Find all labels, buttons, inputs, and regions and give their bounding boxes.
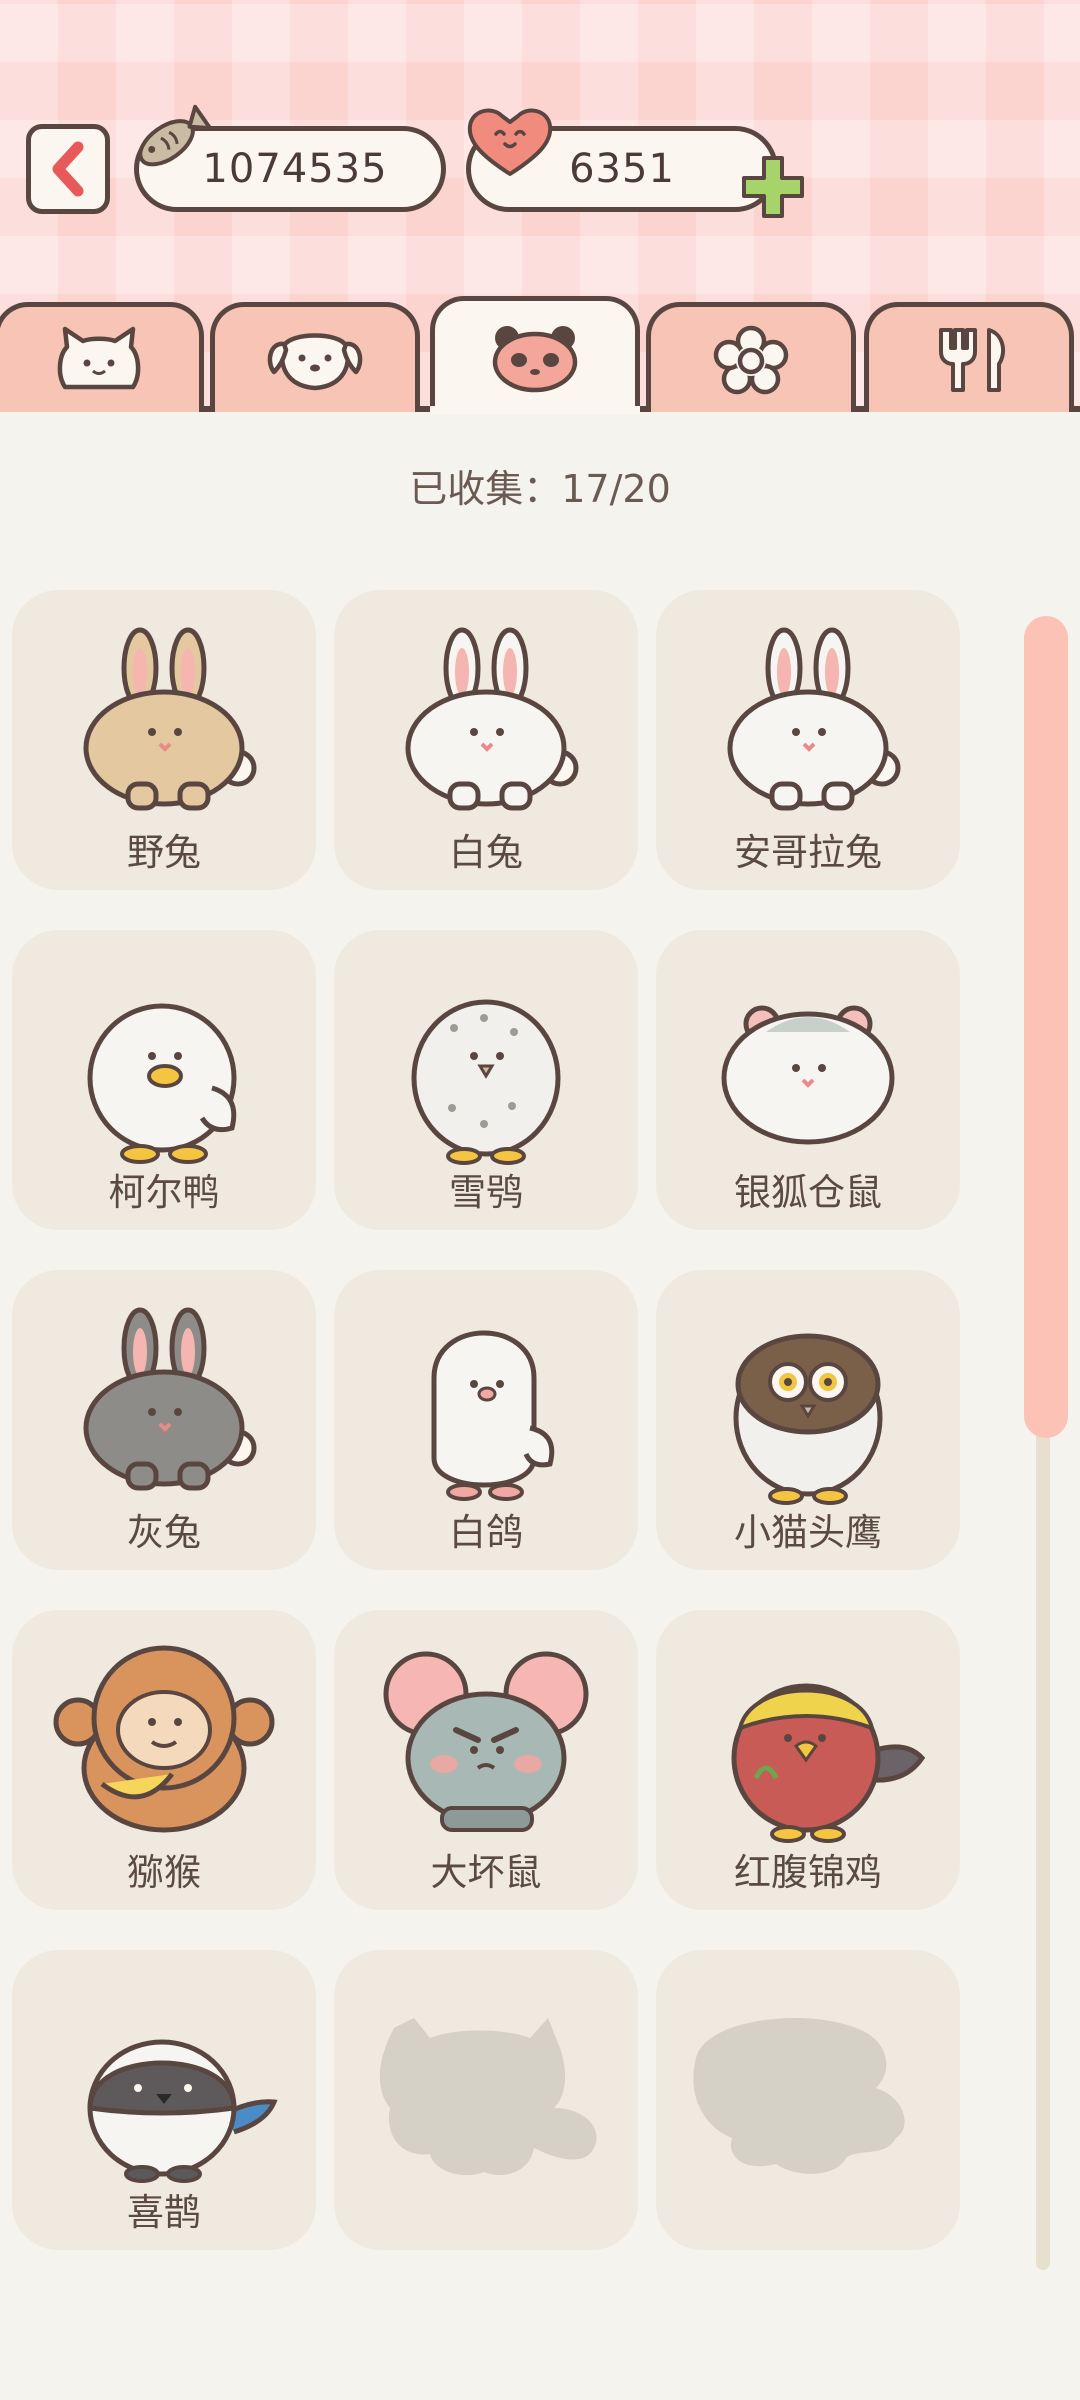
- animal-card[interactable]: 银狐仓鼠: [656, 930, 960, 1230]
- cat-icon: [57, 326, 141, 389]
- fork-knife-icon: [939, 327, 1006, 392]
- animal-illustration: [334, 598, 638, 838]
- animal-name: 猕猴: [127, 1851, 201, 1894]
- animal-name: 银狐仓鼠: [734, 1171, 882, 1214]
- animal-card[interactable]: 安哥拉兔: [656, 590, 960, 890]
- locked-animal-silhouette: [334, 1958, 638, 2198]
- dog-icon: [267, 332, 363, 390]
- animal-name: 野兔: [127, 831, 201, 874]
- locked-animal-silhouette: [656, 1958, 960, 2198]
- animal-illustration: [12, 598, 316, 838]
- animal-card[interactable]: 喜鹊: [12, 1950, 316, 2250]
- animal-card[interactable]: 野兔: [12, 590, 316, 890]
- category-tabs: [0, 296, 1080, 414]
- animal-card[interactable]: 白鸽: [334, 1270, 638, 1570]
- locked-animal-card[interactable]: [656, 1950, 960, 2250]
- fish-count: 1074535: [202, 146, 388, 192]
- animal-name: 喜鹊: [127, 2191, 201, 2234]
- animal-name: 白兔: [449, 831, 523, 874]
- animal-illustration: [334, 938, 638, 1178]
- animal-illustration: [656, 938, 960, 1178]
- panda-icon: [492, 325, 578, 392]
- animal-illustration: [656, 1618, 960, 1858]
- locked-animal-card[interactable]: [334, 1950, 638, 2250]
- animal-card[interactable]: 雪鸮: [334, 930, 638, 1230]
- tab-plants[interactable]: [646, 302, 856, 412]
- animal-illustration: [334, 1618, 638, 1858]
- scrollbar-thumb[interactable]: [1024, 616, 1068, 1438]
- animal-illustration: [12, 1618, 316, 1858]
- animal-illustration: [12, 1278, 316, 1518]
- animal-name: 安哥拉兔: [734, 831, 882, 874]
- tab-wild-animals[interactable]: [430, 296, 640, 414]
- animal-illustration: [12, 938, 316, 1178]
- add-hearts-button[interactable]: [738, 152, 808, 222]
- tab-dogs[interactable]: [210, 302, 420, 412]
- animal-name: 小猫头鹰: [734, 1511, 882, 1554]
- animal-illustration: [334, 1278, 638, 1518]
- animal-name: 柯尔鸭: [108, 1171, 220, 1214]
- animal-card[interactable]: 猕猴: [12, 1610, 316, 1910]
- heart-icon: [467, 108, 553, 176]
- animal-card[interactable]: 灰兔: [12, 1270, 316, 1570]
- animal-card[interactable]: 红腹锦鸡: [656, 1610, 960, 1910]
- animal-name: 灰兔: [127, 1511, 201, 1554]
- animal-name: 白鸽: [449, 1511, 523, 1554]
- animal-name: 红腹锦鸡: [734, 1851, 882, 1894]
- animal-illustration: [656, 1278, 960, 1518]
- flower-icon: [713, 325, 789, 394]
- animal-illustration: [12, 1958, 316, 2198]
- collection-progress: 已收集：17/20: [409, 467, 671, 511]
- animal-card[interactable]: 小猫头鹰: [656, 1270, 960, 1570]
- animal-card[interactable]: 大坏鼠: [334, 1610, 638, 1910]
- active-tab-connector: [430, 406, 640, 414]
- chevron-left-icon: [52, 141, 84, 197]
- animal-illustration: [656, 598, 960, 838]
- tab-food[interactable]: [864, 302, 1074, 412]
- animal-name: 大坏鼠: [430, 1851, 542, 1894]
- heart-count: 6351: [569, 146, 675, 192]
- animal-card[interactable]: 白兔: [334, 590, 638, 890]
- animal-card[interactable]: 柯尔鸭: [12, 930, 316, 1230]
- tab-cats[interactable]: [0, 302, 204, 412]
- animal-name: 雪鸮: [449, 1171, 523, 1214]
- back-button[interactable]: [26, 124, 110, 214]
- fish-icon: [138, 104, 213, 167]
